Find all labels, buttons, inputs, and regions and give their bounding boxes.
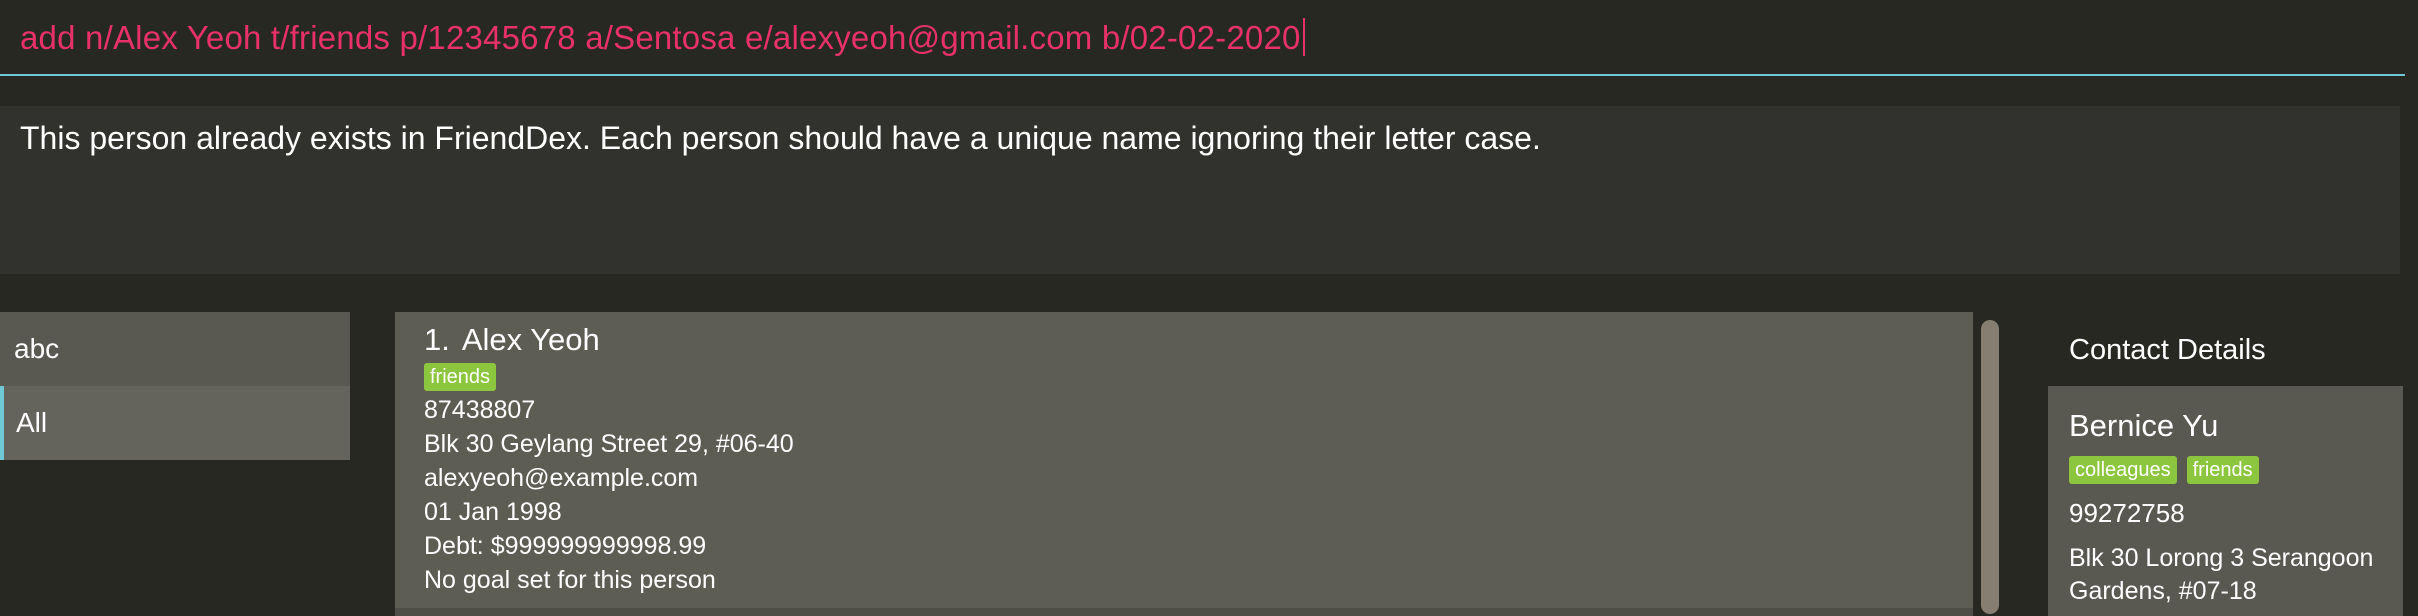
group-item-label: abc (14, 333, 60, 364)
contact-details-header: Contact Details (2069, 334, 2266, 366)
command-input-text: add n/Alex Yeoh t/friends p/12345678 a/S… (20, 19, 1301, 56)
person-email: alexyeoh@example.com (424, 464, 699, 492)
person-debt: Debt: $999999999998.99 (424, 532, 707, 560)
person-card[interactable]: 1. Alex Yeoh friends 87438807 Blk 30 Geyl… (395, 312, 1973, 608)
person-phone: 87438807 (424, 396, 536, 424)
person-list[interactable]: 1. Alex Yeoh friends 87438807 Blk 30 Geyl… (395, 312, 1973, 616)
contact-details-panel: Bernice Yu colleagues friends 99272758 Bl… (2048, 386, 2403, 616)
contact-address: Blk 30 Lorong 3 Serangoon Gardens, #07-1… (2069, 544, 2374, 605)
group-item-all[interactable]: All (0, 386, 350, 460)
result-message: This person already exists in FriendDex.… (20, 120, 1541, 156)
next-person-card-edge (395, 608, 1973, 616)
group-item-abc[interactable]: abc (0, 312, 350, 386)
tag-badge: colleagues (2069, 456, 2177, 484)
person-birthday: 01 Jan 1998 (424, 498, 562, 526)
text-caret (1302, 18, 1305, 56)
group-item-label: All (16, 407, 48, 438)
command-input[interactable]: add n/Alex Yeoh t/friends p/12345678 a/S… (20, 18, 1305, 57)
result-display: This person already exists in FriendDex.… (0, 106, 2400, 274)
contact-tags: colleagues friends (2069, 456, 2269, 484)
group-list: abc All (0, 312, 350, 460)
person-name: 1. Alex Yeoh (424, 322, 600, 358)
command-box[interactable]: add n/Alex Yeoh t/friends p/12345678 a/S… (0, 0, 2405, 76)
contact-phone: 99272758 (2069, 498, 2185, 528)
person-name-text: Alex Yeoh (461, 322, 600, 357)
tag-badge: friends (2186, 456, 2259, 484)
person-tags: friends (424, 363, 497, 391)
person-address: Blk 30 Geylang Street 29, #06-40 (424, 430, 794, 458)
person-index: 1. (424, 322, 450, 357)
person-list-scrollbar[interactable] (1981, 320, 1999, 614)
app-window: add n/Alex Yeoh t/friends p/12345678 a/S… (0, 0, 2418, 616)
person-goal: No goal set for this person (424, 566, 716, 594)
contact-name: Bernice Yu (2069, 408, 2219, 443)
tag-badge: friends (424, 363, 497, 391)
